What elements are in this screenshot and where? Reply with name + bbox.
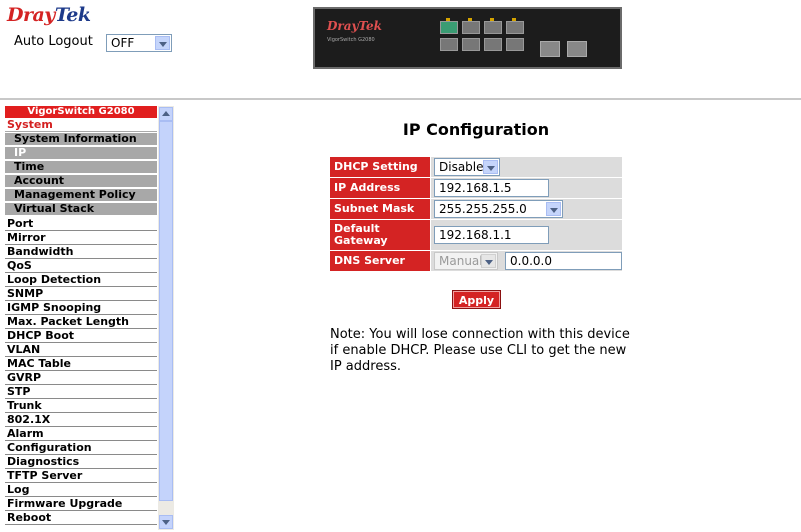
nav-item-qos[interactable]: QoS [5,259,157,273]
led-icon [512,18,516,21]
dns-mode-select[interactable]: Manual [434,252,498,270]
dhcp-row: DHCP Setting Disable [330,157,622,177]
nav-item-stp[interactable]: STP [5,385,157,399]
nav-item-port[interactable]: Port [5,217,157,231]
chevron-down-icon [155,36,170,50]
led-icon [446,18,450,21]
auto-logout-select[interactable]: OFF [106,34,172,52]
nav-item-alarm[interactable]: Alarm [5,427,157,441]
auto-logout-value: OFF [111,36,135,50]
nav-subitem-account[interactable]: Account [5,175,157,187]
gateway-cell: 192.168.1.1 [431,220,622,250]
nav-item-system[interactable]: System [5,118,157,132]
port-icon [484,21,502,34]
led-icon [468,18,472,21]
subnet-select[interactable]: 255.255.255.0 [434,200,563,218]
scroll-thumb[interactable] [159,121,173,501]
device-model: VigorSwitch G2080 [327,37,375,43]
port-icon [484,38,502,51]
subnet-label: Subnet Mask [330,199,430,219]
nav-item-reboot[interactable]: Reboot [5,511,157,525]
nav-item-vlan[interactable]: VLAN [5,343,157,357]
port-icon [462,38,480,51]
dns-server-input[interactable]: 0.0.0.0 [505,252,622,270]
chevron-down-icon [481,254,496,268]
note-text: Note: You will lose connection with this… [330,327,630,374]
device-brand: DrayTek [327,19,382,33]
sfp-port-icon [540,41,560,57]
ip-row: IP Address 192.168.1.5 [330,178,622,198]
nav-item-dhcp-boot[interactable]: DHCP Boot [5,329,157,343]
dns-row: DNS Server Manual 0.0.0.0 [330,251,622,271]
apply-button[interactable]: Apply [452,290,501,309]
nav-header: VigorSwitch G2080 [5,106,157,118]
nav-list: VigorSwitch G2080 System System Informat… [5,106,157,525]
port-icon [440,21,458,34]
nav-items: Port Mirror Bandwidth QoS Loop Detection SNMP… [5,217,157,525]
gateway-row: Default Gateway 192.168.1.1 [330,220,622,250]
port-icon [440,38,458,51]
page-title: IP Configuration [402,120,550,139]
nav-subitem-ip[interactable]: IP [5,147,157,159]
nav-item-802-1x[interactable]: 802.1X [5,413,157,427]
ip-value: 192.168.1.5 [439,181,512,195]
subnet-value: 255.255.255.0 [439,202,527,216]
nav-item-log[interactable]: Log [5,483,157,497]
device-image: DrayTek VigorSwitch G2080 [313,7,622,69]
top-frame: DrayTek Auto Logout OFF DrayTek VigorSwi… [0,0,801,100]
dns-value: 0.0.0.0 [510,254,552,268]
subnet-cell: 255.255.255.0 [431,199,622,219]
nav-item-mirror[interactable]: Mirror [5,231,157,245]
nav-item-loop-detection[interactable]: Loop Detection [5,273,157,287]
dhcp-select[interactable]: Disable [434,158,500,176]
auto-logout-label: Auto Logout [14,34,93,49]
nav-item-trunk[interactable]: Trunk [5,399,157,413]
nav-item-bandwidth[interactable]: Bandwidth [5,245,157,259]
left-nav: VigorSwitch G2080 System System Informat… [0,102,174,532]
nav-item-gvrp[interactable]: GVRP [5,371,157,385]
dns-mode-value: Manual [439,254,483,268]
gateway-input[interactable]: 192.168.1.1 [434,226,549,244]
ip-label: IP Address [330,178,430,198]
nav-subitem-management-policy[interactable]: Management Policy [5,189,157,201]
nav-item-mac-table[interactable]: MAC Table [5,357,157,371]
nav-item-diagnostics[interactable]: Diagnostics [5,455,157,469]
nav-subitem-system-information[interactable]: System Information [5,133,157,145]
dhcp-value: Disable [439,160,484,174]
ip-address-input[interactable]: 192.168.1.5 [434,179,549,197]
dns-cell: Manual 0.0.0.0 [431,251,622,271]
dns-label: DNS Server [330,251,430,271]
scroll-down-icon[interactable] [159,515,173,529]
ip-cell: 192.168.1.5 [431,178,622,198]
gateway-value: 192.168.1.1 [439,228,512,242]
nav-scrollbar[interactable] [158,106,174,530]
nav-item-igmp-snooping[interactable]: IGMP Snooping [5,301,157,315]
logo-tek: Tek [54,4,91,26]
nav-item-firmware-upgrade[interactable]: Firmware Upgrade [5,497,157,511]
scroll-up-icon[interactable] [159,107,173,121]
nav-item-max-packet-length[interactable]: Max. Packet Length [5,315,157,329]
draytek-logo: DrayTek [7,4,91,26]
port-icon [506,21,524,34]
led-icon [490,18,494,21]
gateway-label: Default Gateway [330,220,430,250]
dhcp-label: DHCP Setting [330,157,430,177]
nav-item-snmp[interactable]: SNMP [5,287,157,301]
system-submenu: System Information IP Time Account Manag… [5,132,157,215]
nav-subitem-virtual-stack[interactable]: Virtual Stack [5,203,157,215]
nav-item-configuration[interactable]: Configuration [5,441,157,455]
sfp-port-icon [567,41,587,57]
port-icon [462,21,480,34]
dhcp-cell: Disable [431,157,622,177]
logo-dray: Dray [7,4,55,26]
subnet-row: Subnet Mask 255.255.255.0 [330,199,622,219]
nav-subitem-time[interactable]: Time [5,161,157,173]
port-icon [506,38,524,51]
nav-item-tftp-server[interactable]: TFTP Server [5,469,157,483]
chevron-down-icon [483,160,498,174]
chevron-down-icon [546,202,561,216]
